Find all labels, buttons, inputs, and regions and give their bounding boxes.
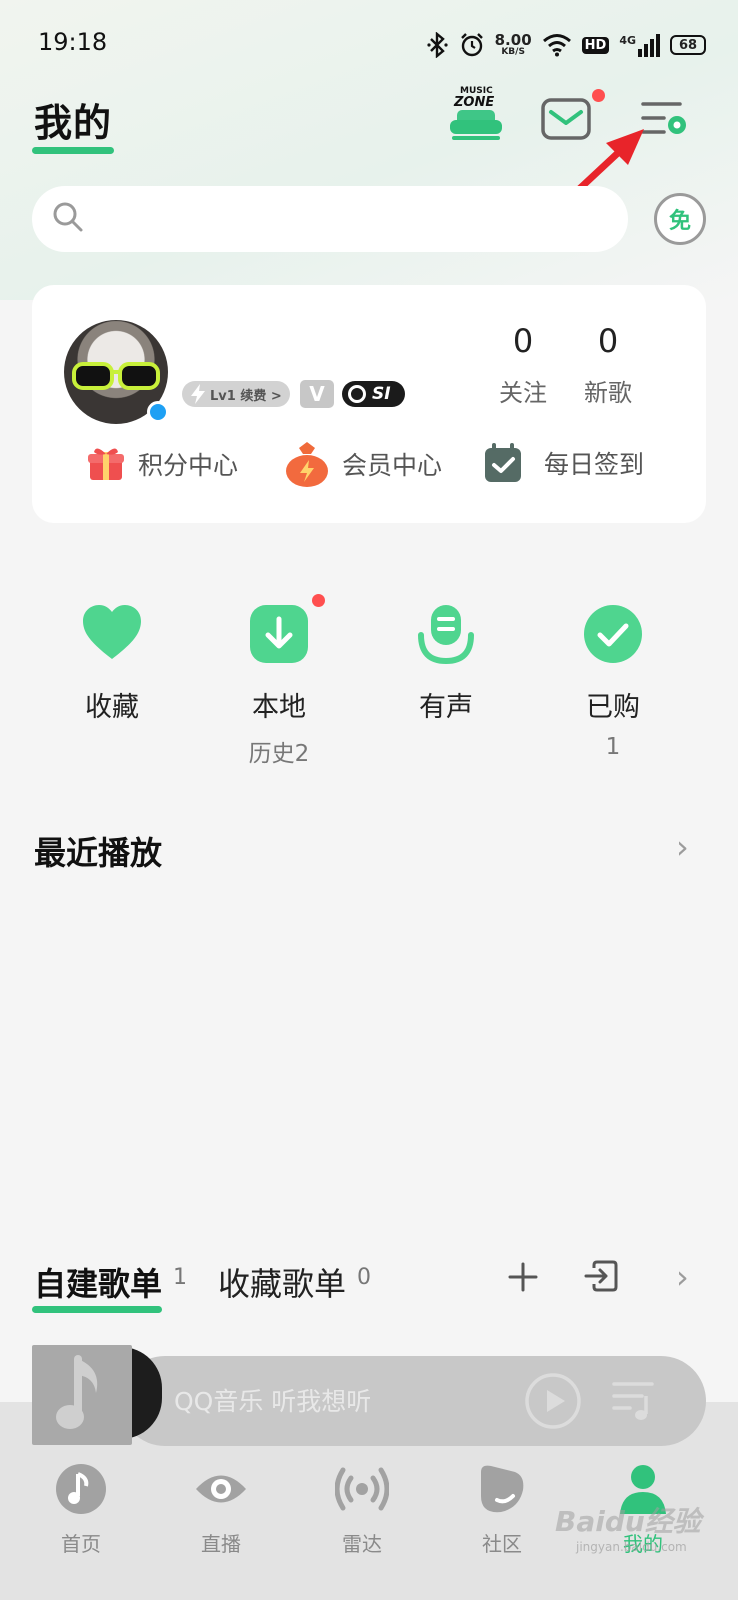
community-icon: [481, 1465, 524, 1513]
new-songs-count[interactable]: 0: [568, 322, 648, 360]
recent-plays-title[interactable]: 最近播放: [34, 828, 162, 874]
download-icon: [250, 605, 308, 663]
points-center-label: 积分中心: [138, 451, 239, 480]
check-circle-icon: [584, 605, 642, 663]
heart-icon: [83, 605, 141, 659]
local-label: 本地: [252, 692, 306, 723]
tab-underline: [32, 1306, 162, 1313]
local-sub: 历史2: [248, 741, 310, 767]
network-speed: 8.00 KB/S: [495, 33, 532, 57]
free-mode-button[interactable]: 免: [654, 193, 706, 245]
sunglasses-icon: [72, 362, 160, 390]
nav-live-label: 直播: [201, 1532, 241, 1556]
speed-value: 8.00: [494, 31, 532, 49]
mini-player-text: QQ音乐 听我想听: [174, 1387, 372, 1416]
playlists-chevron-icon[interactable]: ›: [676, 1258, 689, 1296]
nav-community-label: 社区: [482, 1532, 522, 1556]
hd-icon: HD: [581, 36, 610, 54]
created-playlists-count: 1: [173, 1265, 187, 1290]
avatar-badge: [147, 401, 169, 423]
nav-home-label: 首页: [61, 1532, 101, 1556]
local-entry[interactable]: 本地 历史2: [219, 603, 339, 768]
nav-community[interactable]: 社区: [447, 1462, 557, 1557]
recent-chevron-icon[interactable]: ›: [676, 828, 689, 866]
local-badge: [312, 594, 325, 607]
playlist-icon[interactable]: [612, 1380, 656, 1422]
member-center-label: 会员中心: [342, 451, 443, 480]
follow-count[interactable]: 0: [483, 322, 563, 360]
add-icon[interactable]: [508, 1262, 538, 1292]
nav-radar-label: 雷达: [342, 1532, 382, 1556]
nav-home[interactable]: 首页: [26, 1462, 136, 1557]
sofa-icon: [450, 110, 502, 140]
collected-playlists-count: 0: [357, 1265, 371, 1290]
audio-entry[interactable]: 有声: [386, 603, 506, 724]
alarm-icon: [460, 33, 483, 57]
play-icon[interactable]: [524, 1372, 582, 1430]
message-badge: [592, 89, 605, 102]
microphone-icon: [418, 605, 474, 665]
battery-level: 68: [678, 37, 698, 53]
radar-icon: [334, 1467, 390, 1511]
eye-icon: [196, 1475, 246, 1503]
signal-icon: 4G: [619, 33, 660, 57]
purchased-sub: 1: [605, 734, 621, 760]
tab-created-playlists[interactable]: 自建歌单: [34, 1259, 162, 1305]
title-underline: [32, 147, 114, 154]
page-title: 我的: [34, 101, 113, 145]
search-icon: [53, 202, 83, 232]
tab-collected-playlists[interactable]: 收藏歌单: [218, 1259, 346, 1305]
new-songs-label[interactable]: 新歌: [568, 373, 648, 408]
wifi-icon: [542, 34, 571, 57]
music-note-cover-icon: [56, 1355, 98, 1429]
music-zone-button[interactable]: MUSIC ZONE: [446, 86, 506, 142]
nav-live[interactable]: 直播: [166, 1462, 276, 1557]
status-icons: 8.00 KB/S HD 4G 68: [427, 28, 706, 62]
battery-icon: 68: [670, 35, 706, 55]
money-bag-icon: [286, 442, 328, 487]
daily-checkin-label: 每日签到: [544, 450, 645, 479]
import-icon[interactable]: [584, 1260, 618, 1292]
watermark-sub: jingyan.baidu.com: [576, 1540, 687, 1554]
watermark: Baidu经验: [555, 1505, 701, 1538]
favorites-label: 收藏: [85, 692, 139, 723]
bluetooth-icon: [427, 32, 448, 58]
nav-radar[interactable]: 雷达: [307, 1462, 417, 1557]
gift-icon: [88, 448, 124, 480]
purchased-label: 已购: [586, 692, 640, 723]
album-cover[interactable]: [32, 1345, 132, 1445]
status-time: 19:18: [38, 28, 108, 56]
vip-badge[interactable]: V: [300, 380, 334, 408]
sv-circle-icon: [348, 385, 366, 403]
calendar-check-icon: [485, 443, 521, 482]
search-input[interactable]: [32, 186, 628, 252]
follow-label[interactable]: 关注: [483, 373, 563, 408]
speed-unit: KB/S: [501, 47, 525, 57]
lightning-icon: [191, 384, 205, 404]
audio-label: 有声: [419, 692, 473, 723]
points-center-link[interactable]: 积分中心: [84, 442, 238, 486]
daily-checkin-link[interactable]: 每日签到: [482, 442, 644, 484]
purchased-entry[interactable]: 已购 1: [553, 603, 673, 760]
music-note-icon: [56, 1464, 106, 1514]
member-center-link[interactable]: 会员中心: [282, 440, 442, 488]
favorites-entry[interactable]: 收藏: [52, 603, 172, 724]
network-type: 4G: [619, 33, 636, 47]
